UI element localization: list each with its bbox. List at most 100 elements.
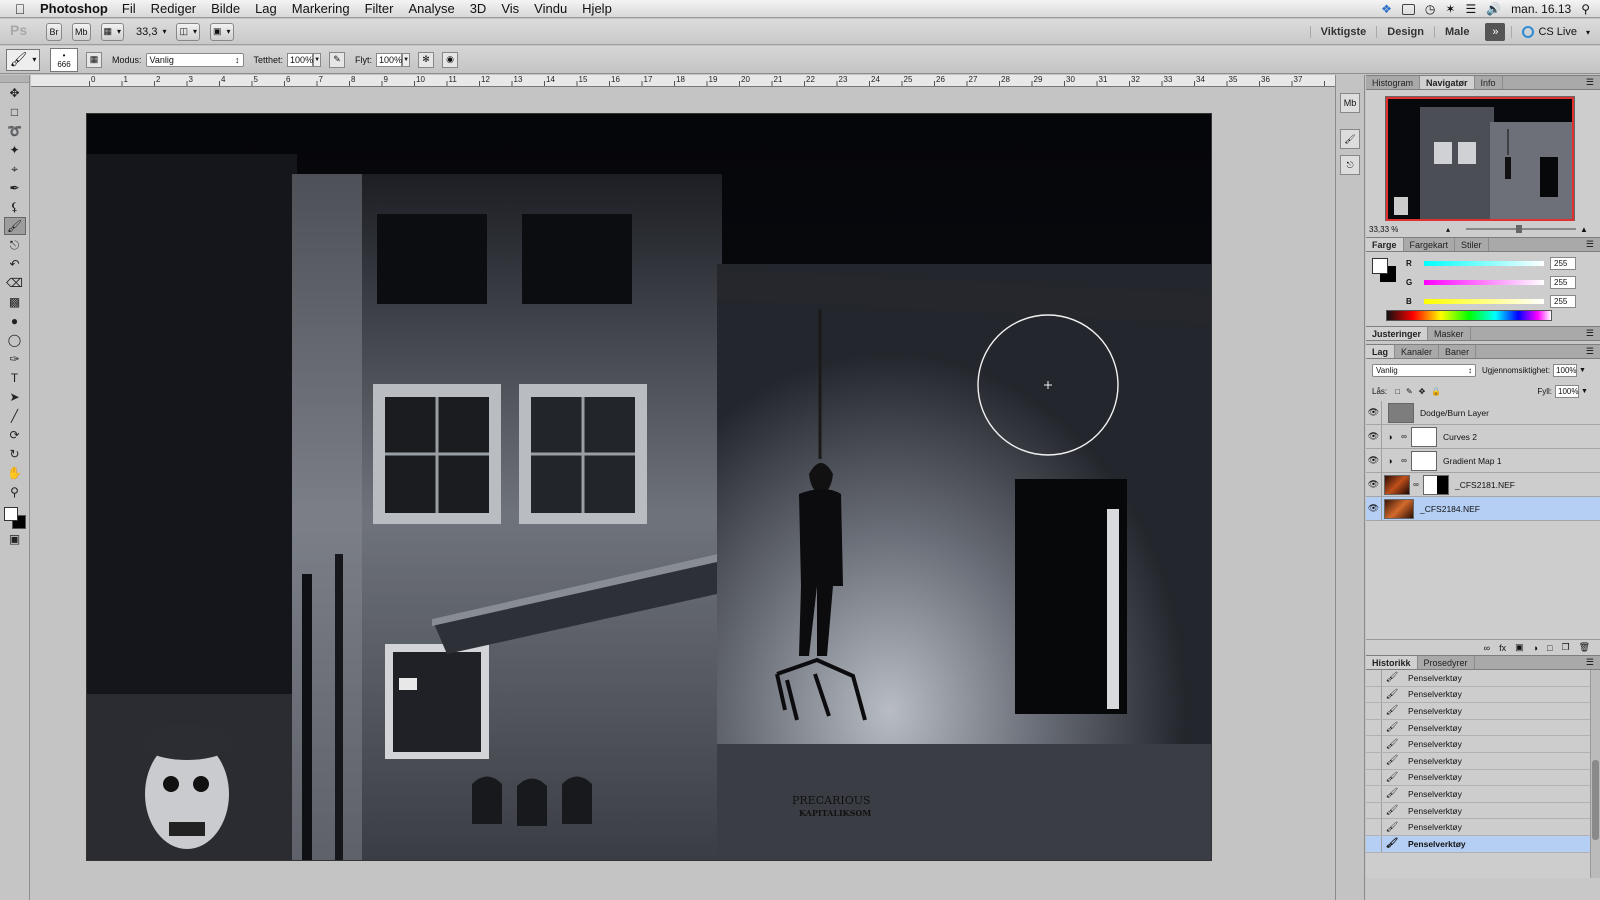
brush-tool-icon[interactable]: 🖌 [3,217,26,235]
menu-3d[interactable]: 3D [470,1,487,16]
menu-fil[interactable]: Fil [122,1,136,16]
navigator-view-box[interactable] [1386,97,1574,221]
history-source-checkbox[interactable] [1366,802,1382,819]
add-mask-icon[interactable]: ▣ [1515,642,1524,653]
history-item[interactable]: 🖌 Penselverktøy [1366,802,1600,820]
layer-mask-thumbnail[interactable] [1411,450,1437,471]
history-item[interactable]: 🖌 Penselverktøy [1366,686,1600,704]
pressure-opacity-button[interactable]: ✎ [329,51,346,68]
zoom-tool-icon[interactable]: ⚲ [4,483,26,501]
visibility-eye-icon[interactable]: 👁 [1366,496,1382,521]
blue-input[interactable]: 255 [1550,294,1576,308]
visibility-eye-icon[interactable]: 👁 [1366,472,1382,497]
red-input[interactable]: 255 [1550,256,1576,270]
lock-position-icon[interactable]: ✥ [1419,387,1426,396]
history-scroll-thumb[interactable] [1592,760,1599,840]
more-workspaces-button[interactable]: » [1485,23,1506,41]
layer-mask-thumbnail[interactable] [1423,474,1449,495]
history-item[interactable]: 🖌 Penselverktøy [1366,752,1600,770]
fill-slider-toggle[interactable]: ▼ [1581,388,1588,395]
app-menu[interactable]: Photoshop [40,1,108,16]
visibility-eye-icon[interactable]: 👁 [1366,400,1382,425]
delete-layer-icon[interactable]: 🗑 [1579,642,1590,653]
panel-menu-icon[interactable]: ☰ [1586,77,1594,88]
pen-tool-icon[interactable]: ✑ [4,350,26,368]
document-image[interactable]: PRECARIOUS KAPITALIKSOM [87,114,1211,860]
tab-navigator[interactable]: Navigatør [1420,76,1475,89]
history-item[interactable]: 🖌 Penselverktøy [1366,670,1600,687]
zoom-dropdown-icon[interactable]: ▾ [162,27,166,36]
history-item[interactable]: 🖌 Penselverktøy [1366,769,1600,787]
view-extras-button[interactable]: ▦ ▾ [100,22,125,41]
arrange-documents-button[interactable]: ◫ ▾ [176,22,201,41]
zoom-in-icon[interactable]: ▲ [1580,225,1588,234]
menu-analyse[interactable]: Analyse [408,1,454,16]
wifi-icon[interactable]: ☰ [1465,2,1476,16]
layer-row-dodge-burn[interactable]: 👁 Dodge/Burn Layer [1366,400,1600,425]
spotlight-icon[interactable]: ⚲ [1581,2,1590,16]
blend-mode-select[interactable]: Vanlig ↕ [1372,363,1476,377]
history-source-checkbox[interactable] [1366,752,1382,769]
pressure-size-button[interactable]: ◉ [442,51,459,68]
document-canvas-area[interactable]: PRECARIOUS KAPITALIKSOM [31,88,1335,900]
tab-fargekart[interactable]: Fargekart [1404,238,1456,251]
tab-lag[interactable]: Lag [1366,345,1396,358]
lock-pixels-icon[interactable]: ✎ [1406,387,1413,396]
color-swatches[interactable] [3,507,26,529]
fill-input[interactable]: 100% [1555,384,1580,398]
zoom-level[interactable]: 33,3 [136,26,157,38]
link-layers-icon[interactable]: ∞ [1484,643,1490,653]
history-item[interactable]: 🖌 Penselverktøy [1366,719,1600,737]
bluetooth-icon[interactable]: ✶ [1445,2,1455,16]
clone-source-panel-icon[interactable]: ⎋ [1340,155,1360,175]
menu-vis[interactable]: Vis [501,1,519,16]
navigator-thumbnail[interactable] [1385,96,1575,222]
path-selection-tool-icon[interactable]: ➤ [4,388,26,406]
tab-historikk[interactable]: Historikk [1366,656,1418,669]
time-machine-icon[interactable]: ◷ [1425,2,1435,16]
history-item[interactable]: 🖌 Penselverktøy [1366,736,1600,753]
zoom-out-icon[interactable]: ▴ [1446,225,1450,234]
link-chain-icon[interactable]: ∞ [1400,456,1408,465]
history-source-checkbox[interactable] [1366,702,1382,719]
3d-orbit-tool-icon[interactable]: ↻ [4,445,26,463]
history-source-checkbox[interactable] [1366,686,1382,703]
history-brush-tool-icon[interactable]: ↶ [4,255,26,273]
menu-lag[interactable]: Lag [255,1,277,16]
clone-stamp-tool-icon[interactable]: ⎋ [4,236,26,254]
move-tool-icon[interactable]: ✥ [4,84,26,102]
lock-transparency-icon[interactable]: □ [1395,387,1400,396]
tools-grip[interactable] [0,75,29,83]
tab-farge[interactable]: Farge [1366,238,1404,251]
navigator-zoom-knob[interactable] [1516,225,1522,233]
history-item-current[interactable]: 🖌 Penselverktøy [1366,835,1600,853]
new-adjustment-icon[interactable]: ◑ [1533,643,1538,653]
workspace-design[interactable]: Design [1376,26,1434,38]
opacity-slider-toggle[interactable]: ▼ [313,52,322,67]
layer-mask-thumbnail[interactable] [1411,426,1437,447]
history-scrollbar[interactable] [1590,670,1600,878]
blur-tool-icon[interactable]: ● [4,312,26,330]
history-source-checkbox[interactable] [1366,719,1382,736]
menu-hjelp[interactable]: Hjelp [582,1,612,16]
3d-rotate-tool-icon[interactable]: ⟳ [4,426,26,444]
history-source-checkbox[interactable] [1366,819,1382,836]
panel-menu-icon[interactable]: ☰ [1586,328,1594,339]
clock[interactable]: man. 16.13 [1511,2,1571,16]
layer-row-cfs2184[interactable]: 👁 _CFS2184.NEF [1366,496,1600,521]
tab-baner[interactable]: Baner [1439,345,1477,358]
brush-panel-toggle[interactable]: ▦ [86,51,102,68]
dodge-tool-icon[interactable]: ◯ [4,331,26,349]
new-layer-icon[interactable]: ❐ [1561,642,1569,653]
panel-menu-icon[interactable]: ☰ [1586,239,1594,250]
workspace-viktigste[interactable]: Viktigste [1309,26,1377,38]
line-tool-icon[interactable]: ╱ [4,407,26,425]
history-item[interactable]: 🖌 Penselverktøy [1366,702,1600,720]
foreground-color-swatch[interactable] [3,507,18,521]
link-chain-icon[interactable]: ∞ [1412,480,1420,489]
brush-preset-picker[interactable]: • 666 [50,47,78,72]
dropbox-icon[interactable]: ❖ [1381,2,1392,16]
workspace-male[interactable]: Male [1433,26,1479,38]
spot-healing-tool-icon[interactable]: ⚸ [4,198,26,216]
tab-histogram[interactable]: Histogram [1366,76,1421,89]
